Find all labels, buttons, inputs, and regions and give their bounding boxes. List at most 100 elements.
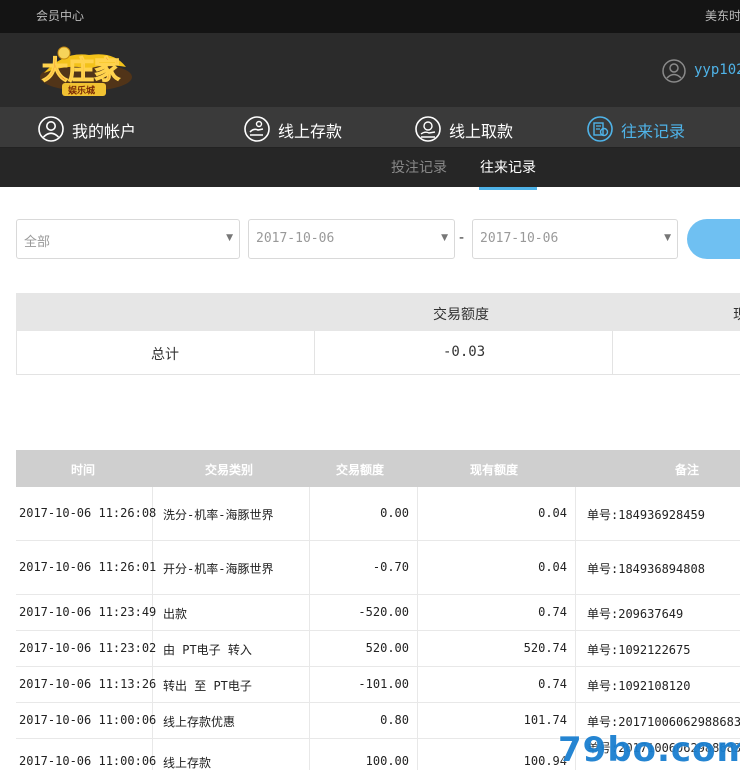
cell-amount: 520.00 <box>310 631 418 666</box>
tab-bet-records[interactable]: 投注记录 <box>391 157 447 177</box>
type-select[interactable]: 全部 ▼ <box>16 219 240 259</box>
top-bar: 会员中心 美东时 <box>0 0 740 33</box>
cell-amount: -0.70 <box>310 541 418 594</box>
svg-text:娱乐城: 娱乐城 <box>68 85 95 97</box>
withdraw-icon <box>415 116 441 142</box>
records-icon <box>587 116 613 142</box>
row-time: 2017-10-06 11:23:49 <box>19 605 157 619</box>
row-type: 洗分-机率-海豚世界 <box>163 508 274 522</box>
row-time: 2017-10-06 11:26:01 <box>19 560 157 574</box>
svg-text:大庄家: 大庄家 <box>42 55 120 86</box>
main-nav: 我的帐户 线上存款 线上取款 往来记录 <box>0 107 740 148</box>
user-icon <box>38 116 64 142</box>
col-type: 交易类别 <box>205 463 254 477</box>
username: yyp102 <box>694 62 740 78</box>
cell-type: 转出 至 PT电子 <box>153 667 310 702</box>
summary-col-balance: 现 <box>733 304 740 324</box>
row-type: 线上存款优惠 <box>163 715 236 729</box>
timezone-label: 美东时 <box>705 9 740 23</box>
table-row: 2017-10-06 11:13:26 转出 至 PT电子 -101.00 0.… <box>16 667 740 703</box>
row-note: 单号:209637649 <box>587 607 684 621</box>
cell-amount: 0.80 <box>310 703 418 738</box>
row-balance: 0.74 <box>538 677 567 691</box>
cell-balance: 0.04 <box>418 541 576 594</box>
table-row: 2017-10-06 11:26:01 开分-机率-海豚世界 -0.70 0.0… <box>16 541 740 595</box>
cell-type: 开分-机率-海豚世界 <box>153 541 310 594</box>
row-amount: 0.80 <box>380 713 409 727</box>
table-row: 2017-10-06 11:23:49 出款 -520.00 0.74 单号:2… <box>16 595 740 631</box>
summary-header: 交易额度 现 <box>16 293 740 331</box>
cell-type: 出款 <box>153 595 310 630</box>
row-time: 2017-10-06 11:00:06 <box>19 754 157 768</box>
row-note: 单号:184936928459 <box>587 508 705 522</box>
row-balance: 101.74 <box>523 713 567 727</box>
cell-type: 线上存款 <box>153 739 310 770</box>
cell-note: 单号:209637649 <box>576 595 740 630</box>
cell-balance: 0.74 <box>418 667 576 702</box>
row-type: 线上存款 <box>163 756 212 770</box>
cell-type: 线上存款优惠 <box>153 703 310 738</box>
col-time: 时间 <box>71 463 96 477</box>
search-button[interactable] <box>687 219 740 259</box>
cell-note: 单号:184936894808 <box>576 541 740 594</box>
records-header: 时间 交易类别 交易额度 现有额度 备注 <box>16 450 740 487</box>
table-row: 2017-10-06 11:23:02 由 PT电子 转入 520.00 520… <box>16 631 740 667</box>
cell-balance: 101.74 <box>418 703 576 738</box>
user-avatar-icon <box>662 59 686 83</box>
cell-balance: 520.74 <box>418 631 576 666</box>
row-note: 单号:1092108120 <box>587 679 691 693</box>
summary-col-amount: 交易额度 <box>433 307 489 323</box>
row-amount: 520.00 <box>365 641 409 655</box>
row-balance: 0.74 <box>538 605 567 619</box>
cell-time: 2017-10-06 11:23:02 <box>16 631 157 666</box>
col-note: 备注 <box>675 463 700 477</box>
nav-online-withdraw-label: 线上取款 <box>449 122 514 141</box>
cell-time: 2017-10-06 11:13:26 <box>16 667 157 702</box>
row-type: 出款 <box>163 607 188 621</box>
col-balance: 现有额度 <box>470 463 519 477</box>
cell-balance: 0.74 <box>418 595 576 630</box>
row-amount: -0.70 <box>372 560 409 574</box>
cell-type: 洗分-机率-海豚世界 <box>153 487 310 540</box>
sub-nav: 投注记录 往来记录 <box>0 148 740 190</box>
table-row: 2017-10-06 11:26:08 洗分-机率-海豚世界 0.00 0.04… <box>16 487 740 541</box>
date-from-value: 2017-10-06 <box>256 231 335 246</box>
cell-type: 由 PT电子 转入 <box>153 631 310 666</box>
row-amount: 100.00 <box>365 754 409 768</box>
site-watermark: 79bo.com <box>558 730 740 770</box>
date-from-select[interactable]: 2017-10-06 ▼ <box>248 219 455 259</box>
row-time: 2017-10-06 11:00:06 <box>19 713 157 727</box>
cell-balance: 0.04 <box>418 487 576 540</box>
cell-amount: 0.00 <box>310 487 418 540</box>
col-amount: 交易额度 <box>336 463 385 477</box>
summary-total-row: 总计 -0.03 <box>16 331 740 375</box>
chevron-down-icon: ▼ <box>226 233 233 243</box>
cell-amount: -520.00 <box>310 595 418 630</box>
row-note: 单号:20171006062988683 <box>587 715 740 729</box>
cell-time: 2017-10-06 11:26:01 <box>16 541 157 594</box>
row-time: 2017-10-06 11:13:26 <box>19 677 157 691</box>
cell-note: 单号:1092108120 <box>576 667 740 702</box>
cell-time: 2017-10-06 11:26:08 <box>16 487 156 540</box>
nav-transaction-records-label: 往来记录 <box>621 122 686 141</box>
header: 大庄家 娱乐城 yyp102 <box>0 33 740 107</box>
casino-logo[interactable]: 大庄家 娱乐城 <box>34 43 134 99</box>
row-amount: -520.00 <box>358 605 409 619</box>
member-center-link[interactable]: 会员中心 <box>36 7 84 24</box>
date-to-select[interactable]: 2017-10-06 ▼ <box>472 219 678 259</box>
cell-time: 2017-10-06 11:00:06 <box>16 703 157 738</box>
nav-my-account-label: 我的帐户 <box>72 122 137 141</box>
row-type: 由 PT电子 转入 <box>163 643 252 657</box>
cell-time: 2017-10-06 11:23:49 <box>16 595 157 630</box>
tab-transaction-records[interactable]: 往来记录 <box>479 157 537 190</box>
date-to-value: 2017-10-06 <box>480 231 559 246</box>
row-amount: -101.00 <box>358 677 409 691</box>
row-time: 2017-10-06 11:23:02 <box>19 641 157 655</box>
cell-balance: 100.94 <box>418 739 576 770</box>
row-balance: 0.04 <box>538 506 567 520</box>
type-select-value: 全部 <box>24 235 51 250</box>
summary-label-cell: 总计 <box>17 331 315 374</box>
nav-online-deposit-label: 线上存款 <box>278 122 343 141</box>
date-separator: - <box>459 230 465 246</box>
deposit-icon <box>244 116 270 142</box>
